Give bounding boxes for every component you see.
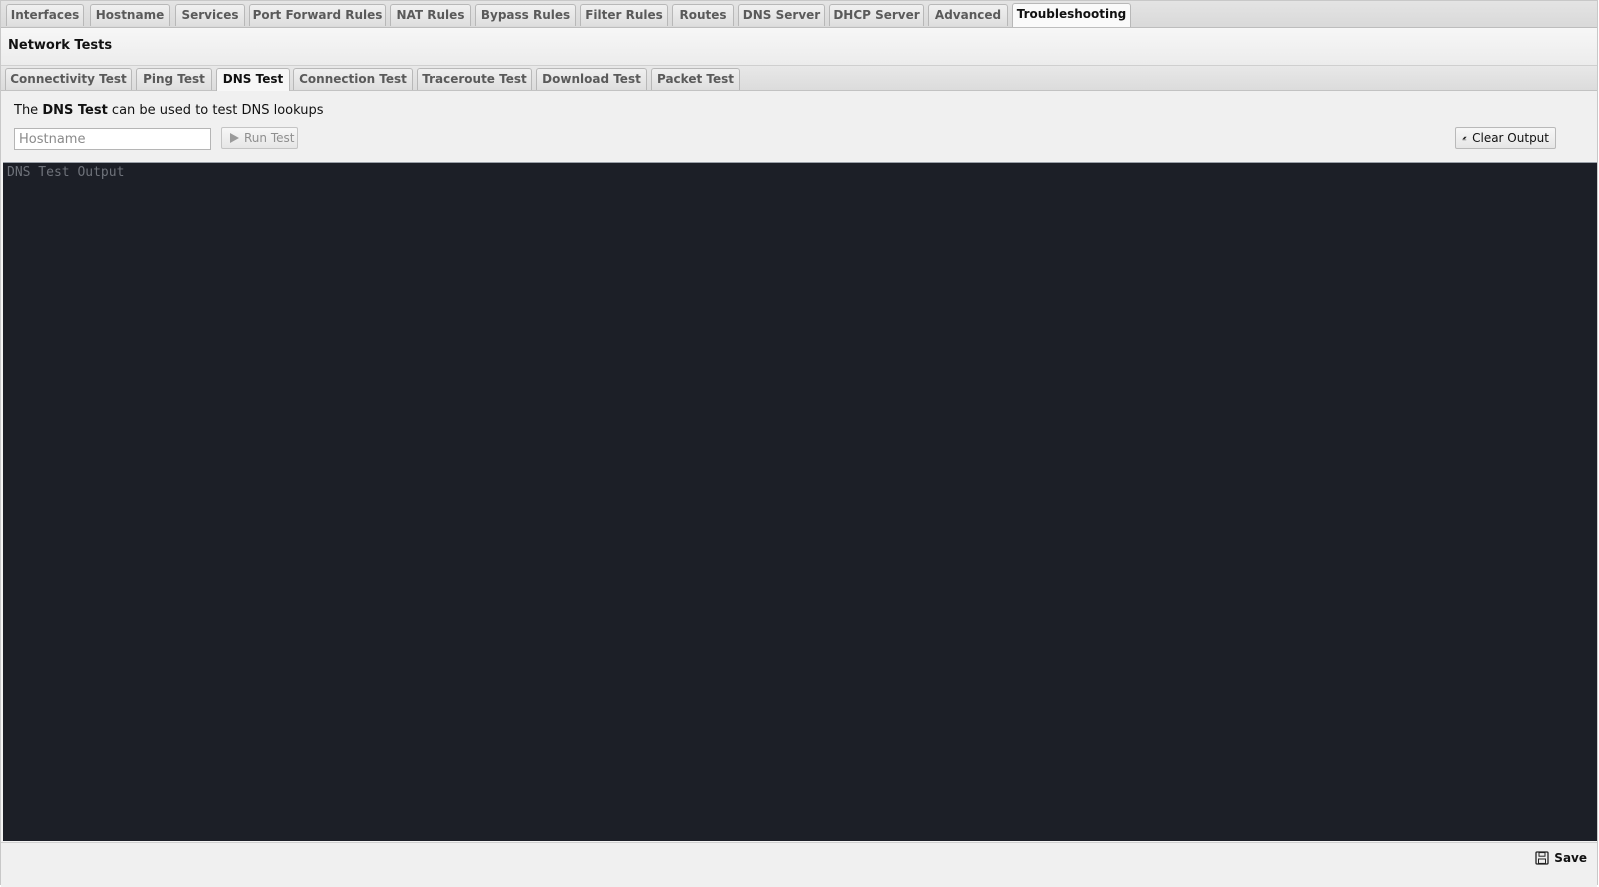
tab-advanced[interactable]: Advanced [928,4,1008,26]
tab-troubleshooting[interactable]: Troubleshooting [1012,3,1131,27]
clear-output-button[interactable]: Clear Output [1455,127,1556,149]
dns-test-description: The DNS Test can be used to test DNS loo… [14,103,324,118]
tab-nat-rules[interactable]: NAT Rules [390,4,471,26]
dns-test-output[interactable]: DNS Test Output [3,162,1597,841]
clear-output-label: Clear Output [1472,131,1549,145]
subtab-connectivity-test[interactable]: Connectivity Test [5,68,132,90]
page-header: Network Tests [1,28,1597,66]
network-tests-window: Interfaces Hostname Services Port Forwar… [0,0,1598,887]
subtab-packet-test[interactable]: Packet Test [651,68,740,90]
sub-tab-bar: Connectivity Test Ping Test DNS Test Con… [1,66,1597,91]
tab-dns-server[interactable]: DNS Server [738,4,825,26]
save-button[interactable]: Save [1535,849,1587,867]
subtab-download-test[interactable]: Download Test [536,68,647,90]
output-placeholder: DNS Test Output [7,165,125,180]
main-tab-bar: Interfaces Hostname Services Port Forwar… [1,1,1597,28]
tab-services[interactable]: Services [175,4,245,26]
run-test-label: Run Test [244,131,295,145]
hostname-input[interactable] [14,128,211,150]
description-prefix: The [14,103,43,118]
tab-port-forward-rules[interactable]: Port Forward Rules [249,4,386,26]
run-test-button[interactable]: Run Test [221,127,298,149]
dns-test-panel: The DNS Test can be used to test DNS loo… [1,91,1597,161]
tab-dhcp-server[interactable]: DHCP Server [829,4,924,26]
subtab-traceroute-test[interactable]: Traceroute Test [417,68,532,90]
subtab-dns-test[interactable]: DNS Test [216,68,290,91]
tab-routes[interactable]: Routes [672,4,734,26]
subtab-connection-test[interactable]: Connection Test [293,68,413,90]
floppy-disk-icon [1535,851,1549,865]
description-suffix: can be used to test DNS lookups [107,103,324,118]
tab-filter-rules[interactable]: Filter Rules [580,4,668,26]
tab-hostname[interactable]: Hostname [90,4,170,26]
play-icon [230,133,239,143]
save-label: Save [1554,851,1587,865]
footer-bar: Save [1,842,1597,887]
tab-bypass-rules[interactable]: Bypass Rules [475,4,576,26]
tab-interfaces[interactable]: Interfaces [6,4,84,26]
page-title: Network Tests [8,38,113,53]
description-bold: DNS Test [42,103,108,118]
subtab-ping-test[interactable]: Ping Test [136,68,212,90]
eraser-icon [1462,136,1467,141]
